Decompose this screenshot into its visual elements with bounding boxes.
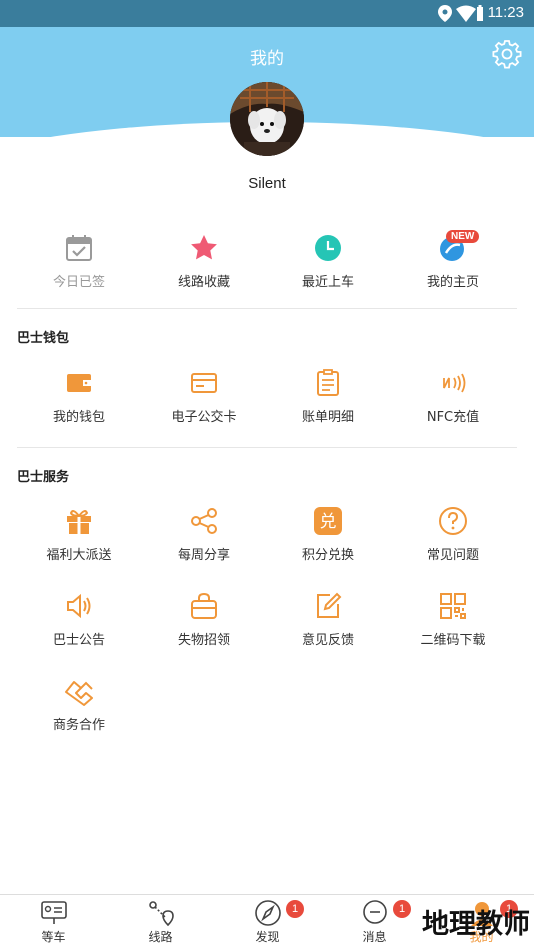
service-item-notice[interactable]: 巴士公告 (19, 591, 139, 648)
service-item-welfare[interactable]: 福利大派送 (19, 506, 139, 563)
tab-routes[interactable]: 线路 (107, 895, 214, 950)
page-title: 我的 (250, 49, 284, 69)
watermark: 地理教师 (422, 909, 530, 940)
wallet-item-bills[interactable]: 账单明细 (268, 368, 388, 425)
service-item-share[interactable]: 每周分享 (144, 506, 264, 563)
bag-icon (191, 592, 217, 619)
battery-icon (477, 5, 483, 21)
divider (17, 447, 517, 448)
wifi-icon (456, 5, 476, 22)
clock-icon (315, 235, 341, 261)
handshake-icon (65, 681, 93, 706)
wallet-item-label: 电子公交卡 (171, 410, 237, 425)
service-item-label: 常见问题 (426, 548, 479, 563)
new-badge: NEW (446, 230, 480, 243)
tab-label: 等车 (41, 930, 66, 944)
quick-action-label: 我的主页 (426, 275, 479, 290)
section-title-services: 巴士服务 (17, 470, 70, 485)
service-item-label: 每周分享 (177, 548, 230, 563)
status-time: 11:23 (487, 4, 524, 21)
tab-label: 发现 (255, 930, 280, 944)
service-item-label: 意见反馈 (301, 633, 354, 648)
tab-label: 线路 (148, 930, 173, 944)
wallet-item-label: 我的钱包 (52, 410, 105, 425)
service-item-label: 二维码下载 (420, 633, 486, 648)
quick-action-label: 最近上车 (301, 275, 354, 290)
route-icon (148, 901, 174, 927)
avatar[interactable] (230, 82, 304, 156)
question-icon (439, 507, 467, 535)
status-bar: 11:23 (0, 0, 534, 27)
quick-action-homepage[interactable]: 我的主页 NEW (393, 230, 513, 290)
calendar-check-icon (66, 235, 92, 261)
service-item-label: 积分兑换 (301, 548, 354, 563)
card-icon (191, 373, 217, 393)
tab-messages[interactable]: 消息 1 (321, 895, 428, 950)
wallet-item-nfc[interactable]: NFC充值 (393, 368, 513, 425)
divider (17, 308, 517, 309)
service-item-label: 巴士公告 (52, 633, 105, 648)
wallet-item-my-wallet[interactable]: 我的钱包 (19, 368, 139, 425)
quick-action-signin[interactable]: 今日已签 (19, 233, 139, 290)
svg-text:兑: 兑 (320, 512, 337, 532)
username: Silent (248, 175, 286, 192)
service-item-qrcode[interactable]: 二维码下载 (393, 591, 513, 648)
compass-icon (254, 900, 281, 926)
service-item-redeem[interactable]: 兑 积分兑换 (268, 506, 388, 563)
service-item-faq[interactable]: 常见问题 (393, 506, 513, 563)
location-icon (438, 5, 452, 22)
wallet-icon (67, 374, 91, 392)
wallet-item-label: 账单明细 (301, 410, 354, 425)
wallet-item-ecard[interactable]: 电子公交卡 (144, 368, 264, 425)
edit-icon (317, 592, 342, 618)
quick-action-favorites[interactable]: 线路收藏 (144, 233, 264, 290)
bill-icon (317, 369, 339, 396)
gear-icon[interactable] (492, 39, 522, 69)
service-item-feedback[interactable]: 意见反馈 (268, 591, 388, 648)
tab-wait[interactable]: 等车 (0, 895, 107, 950)
redeem-icon: 兑 (314, 507, 342, 535)
notification-badge: 1 (286, 900, 304, 918)
service-item-label: 商务合作 (52, 718, 105, 733)
service-item-label: 福利大派送 (46, 548, 112, 563)
quick-action-label: 今日已签 (52, 275, 105, 290)
message-icon (362, 900, 387, 924)
qrcode-icon (440, 593, 466, 619)
avatar-image (230, 82, 304, 156)
nfc-icon (443, 373, 466, 393)
quick-action-recent[interactable]: 最近上车 (268, 233, 388, 290)
section-title-wallet: 巴士钱包 (17, 331, 70, 346)
tab-discover[interactable]: 发现 1 (214, 895, 321, 950)
service-item-business[interactable]: 商务合作 (19, 676, 139, 733)
tab-label: 消息 (362, 930, 387, 944)
wallet-item-label: NFC充值 (426, 410, 480, 425)
share-icon (191, 508, 217, 534)
star-icon (191, 235, 217, 260)
speaker-icon (67, 593, 91, 619)
bus-stop-icon (40, 901, 67, 924)
notification-badge: 1 (393, 900, 411, 918)
quick-action-label: 线路收藏 (177, 275, 230, 290)
gift-icon (67, 510, 91, 534)
service-item-label: 失物招领 (177, 633, 230, 648)
service-item-lost-found[interactable]: 失物招领 (144, 591, 264, 648)
